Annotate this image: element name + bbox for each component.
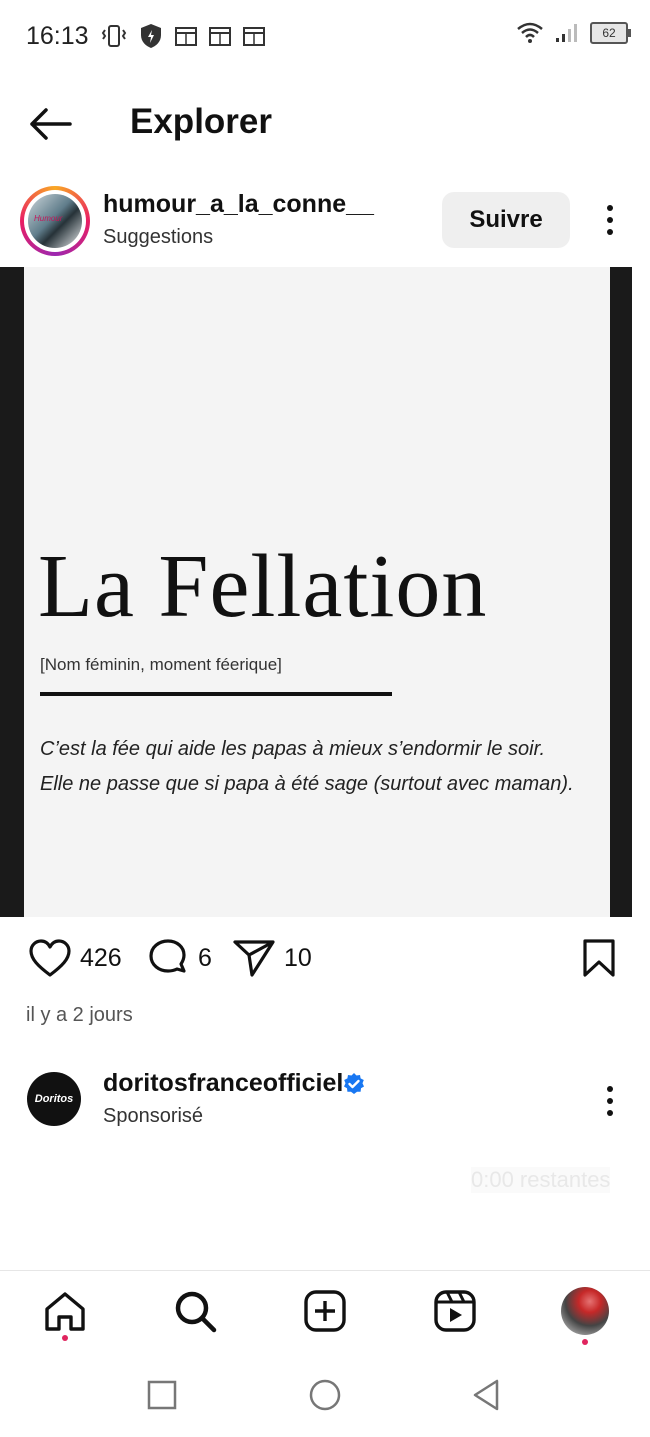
- reels-icon[interactable]: [433, 1289, 477, 1333]
- calendar-icon: [243, 27, 265, 46]
- comment-button[interactable]: 6: [146, 938, 212, 978]
- search-icon[interactable]: [173, 1289, 217, 1333]
- sponsored-label: Sponsorisé: [103, 1105, 204, 1127]
- more-options-icon[interactable]: [596, 1083, 624, 1119]
- post-username[interactable]: humour_a_la_conne__: [103, 190, 374, 219]
- bookmark-icon[interactable]: [582, 938, 616, 978]
- frame-border: [610, 267, 632, 917]
- heart-icon: [29, 939, 71, 977]
- post-timestamp: il y a 2 jours: [26, 1004, 133, 1026]
- comment-count: 6: [198, 943, 212, 972]
- more-options-icon[interactable]: [596, 202, 624, 238]
- shield-icon: [141, 24, 161, 48]
- doritos-logo: Doritos: [34, 1093, 74, 1105]
- definition-word: La Fellation: [38, 537, 488, 636]
- battery-icon: 62: [590, 22, 631, 44]
- definition-grammar: [Nom féminin, moment féerique]: [40, 655, 282, 674]
- comment-icon: [149, 939, 186, 973]
- recent-apps-icon[interactable]: [144, 1377, 180, 1413]
- signal-icon: [556, 24, 577, 42]
- notification-dot: [62, 1335, 68, 1341]
- like-button[interactable]: 426: [28, 938, 122, 978]
- notification-dot: [582, 1339, 588, 1345]
- home-button-icon[interactable]: [307, 1377, 343, 1413]
- home-icon[interactable]: [43, 1289, 87, 1333]
- send-icon: [233, 940, 275, 977]
- post-subtitle: Suggestions: [103, 226, 214, 248]
- post-image[interactable]: La Fellation [Nom féminin, moment féeriq…: [0, 267, 632, 917]
- wifi-icon: [517, 22, 543, 43]
- vibrate-icon: [101, 25, 127, 47]
- system-navigation: [0, 1355, 650, 1437]
- page-header: Explorer: [0, 90, 650, 160]
- divider: [40, 692, 392, 696]
- status-bar: 16:13 62: [0, 0, 650, 72]
- share-button[interactable]: 10: [232, 938, 312, 978]
- create-post-icon[interactable]: [303, 1289, 347, 1333]
- frame-border: [0, 267, 24, 917]
- avatar-logo: Humour: [34, 214, 63, 223]
- share-count: 10: [284, 943, 312, 972]
- calendar-icon: [175, 27, 197, 46]
- back-button-icon[interactable]: [469, 1377, 505, 1413]
- video-remaining-time: 0:00 restantes: [471, 1167, 611, 1193]
- profile-avatar[interactable]: [561, 1287, 609, 1335]
- avatar: Humour: [28, 194, 82, 248]
- follow-button[interactable]: Suivre: [442, 192, 570, 248]
- story-avatar[interactable]: Humour: [20, 186, 90, 256]
- sponsored-post-header: Doritos doritosfranceofficiel Sponsorisé: [0, 1065, 650, 1145]
- sponsor-username[interactable]: doritosfranceofficiel: [103, 1069, 343, 1098]
- definition-text: C’est la fée qui aide les papas à mieux …: [40, 738, 574, 795]
- verified-badge-icon: [344, 1073, 364, 1094]
- bottom-navigation: [0, 1270, 650, 1355]
- like-count: 426: [80, 943, 122, 972]
- page-title: Explorer: [130, 102, 272, 141]
- status-time: 16:13: [26, 22, 89, 50]
- post-header: Humour humour_a_la_conne__ Suggestions S…: [0, 180, 650, 262]
- calendar-icon: [209, 27, 231, 46]
- avatar[interactable]: Doritos: [27, 1072, 81, 1126]
- back-arrow-icon[interactable]: [28, 106, 72, 142]
- post-actions: 426 6 10: [0, 930, 650, 990]
